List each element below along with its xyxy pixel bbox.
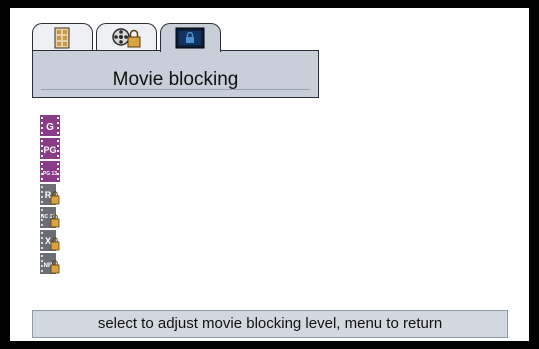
tab-movie-blocking[interactable] <box>96 23 157 51</box>
rating-pg-icon: PG <box>40 138 60 159</box>
rating-list: G PG PG 13 R NC 17 X NR <box>40 114 60 275</box>
rating-g-label: G <box>46 122 54 133</box>
header-panel: Movie blocking <box>32 50 319 98</box>
rating-r-icon: R <box>40 184 60 205</box>
rating-x-label: X <box>45 236 51 246</box>
rating-g[interactable]: G <box>40 114 60 137</box>
rating-pg[interactable]: PG <box>40 137 60 160</box>
rating-x[interactable]: X <box>40 229 60 252</box>
rating-g-icon: G <box>40 115 60 136</box>
rating-pg13-label: PG 13 <box>43 171 57 177</box>
footer-hint: select to adjust movie blocking level, m… <box>32 310 508 338</box>
film-lock-icon <box>112 28 141 48</box>
tab-lock[interactable] <box>160 23 221 52</box>
header-divider <box>41 89 310 90</box>
rating-pg13-icon: PG 13 <box>40 161 60 182</box>
rating-x-icon: X <box>40 230 60 251</box>
rating-nc17[interactable]: NC 17 <box>40 206 60 229</box>
lock-screen-icon <box>175 27 205 49</box>
rating-r[interactable]: R <box>40 183 60 206</box>
rating-nr-icon: NR <box>40 253 60 274</box>
tab-general[interactable] <box>32 23 93 51</box>
rating-nr[interactable]: NR <box>40 252 60 275</box>
osd-screen: Movie blocking G PG PG 13 R NC 17 X NR s… <box>10 8 529 341</box>
grid-icon <box>54 27 70 49</box>
rating-nc17-icon: NC 17 <box>40 207 60 228</box>
rating-pg13[interactable]: PG 13 <box>40 160 60 183</box>
page-title: Movie blocking <box>112 69 239 90</box>
rating-pg-label: PG <box>43 145 56 155</box>
